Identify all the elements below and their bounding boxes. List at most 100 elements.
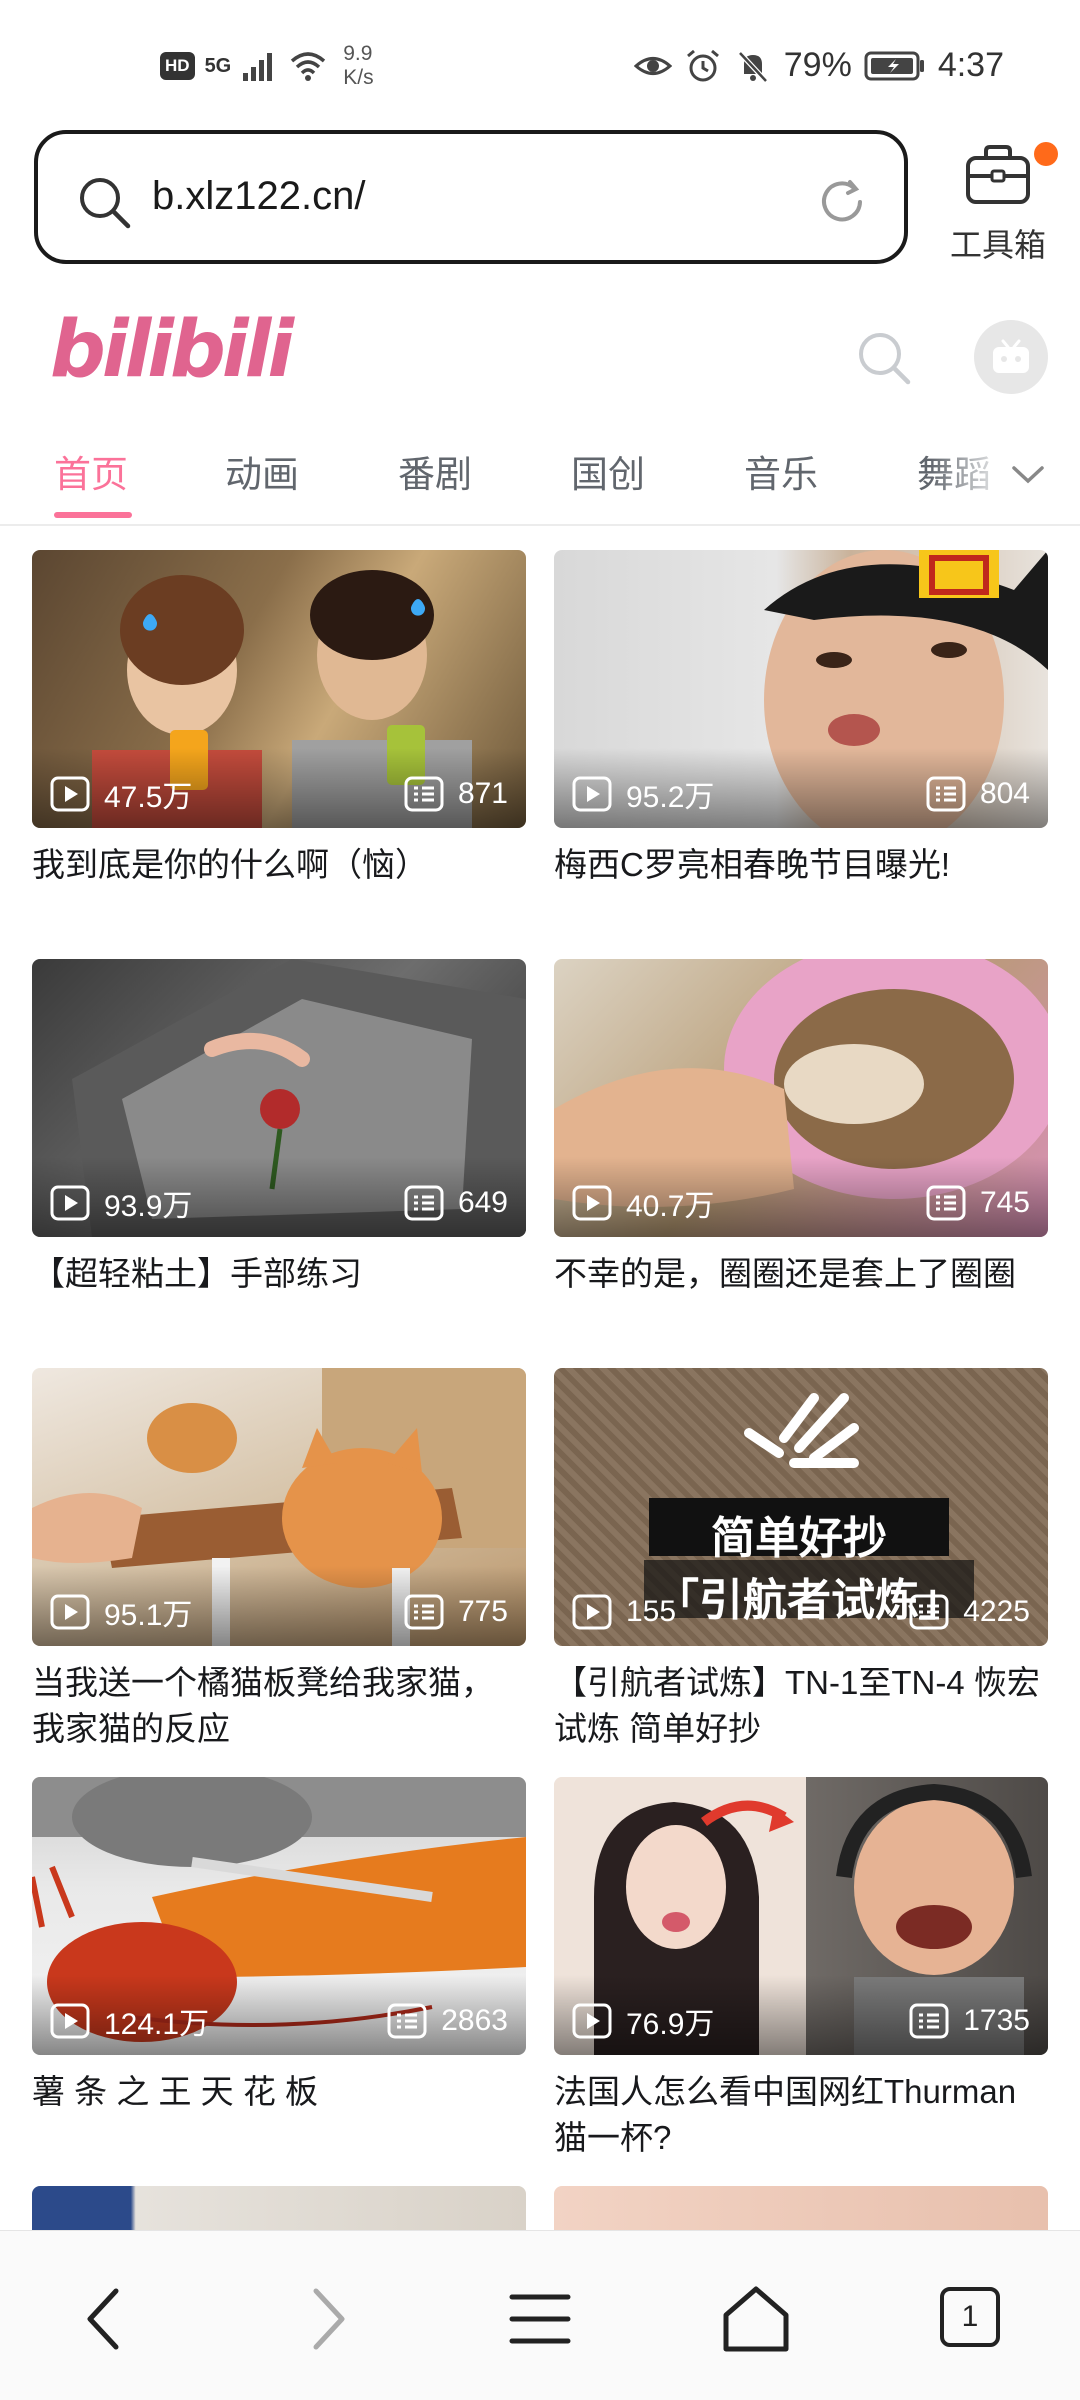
views-text: 76.9万 (626, 2008, 715, 2041)
views-text: 155 (626, 1595, 677, 1628)
video-title[interactable]: 薯 条 之 王 天 花 板 (32, 2069, 526, 2115)
video-title[interactable]: 【引航者试炼】TN-1至TN-4 恢宏试炼 简单好抄 (554, 1660, 1048, 1752)
video-thumbnail[interactable]: 124.1万 2863 (32, 1777, 526, 2055)
video-title[interactable]: 梅西C罗亮相春晚节目曝光! (554, 842, 1048, 888)
video-card[interactable]: 40.7万 745 不幸的是，圈圈还是套上了圈圈 (554, 959, 1048, 1297)
tab-bangumi[interactable]: 番剧 (398, 444, 472, 498)
comments-text: 871 (457, 777, 508, 810)
comments-text: 804 (979, 777, 1030, 810)
overlay-caption-top: 简单好抄 (711, 1514, 887, 1563)
wifi-icon (291, 52, 326, 81)
menu-icon[interactable] (500, 2279, 580, 2359)
video-card[interactable]: 93.9万 649 【超轻粘土】手部练习 (32, 959, 526, 1297)
tab-music[interactable]: 音乐 (744, 444, 818, 498)
tv-mascot-icon (993, 339, 1029, 373)
view-count: 155 (572, 1594, 676, 1630)
hd-badge: HD (160, 52, 195, 80)
notification-dot (1034, 142, 1058, 166)
address-text[interactable]: b.xlz122.cn/ (152, 174, 365, 219)
video-title[interactable]: 【超轻粘土】手部练习 (32, 1251, 526, 1297)
tab-fade (930, 438, 1010, 508)
view-count: 95.1万 (50, 1590, 192, 1634)
video-card[interactable]: 76.9万 1735 法国人怎么看中国网红Thurman猫一杯? (554, 1777, 1048, 2161)
status-left: HD 5G 9.9 K/s (160, 42, 374, 90)
address-bar[interactable]: b.xlz122.cn/ (34, 130, 908, 264)
play-count-icon (50, 1594, 90, 1630)
video-stats: 93.9万 649 (50, 1181, 508, 1225)
play-count-icon (572, 2003, 612, 2039)
video-thumbnail[interactable]: 95.2万 804 (554, 550, 1048, 828)
briefcase-icon (966, 145, 1030, 204)
views-text: 95.2万 (626, 781, 715, 814)
video-stats: 95.2万 804 (572, 772, 1030, 816)
video-stats: 47.5万 871 (50, 772, 508, 816)
tab-animation[interactable]: 动画 (225, 444, 299, 498)
comment-count: 775 (404, 1594, 508, 1630)
reload-icon[interactable] (814, 174, 870, 230)
video-stats: 155 4225 (572, 1590, 1030, 1634)
video-title[interactable]: 当我送一个橘猫板凳给我家猫，我家猫的反应 (32, 1660, 526, 1752)
search-icon (80, 178, 131, 229)
video-thumbnail[interactable]: 93.9万 649 (32, 959, 526, 1237)
video-card[interactable]: 简单好抄 「引航者试炼」 155 4225 【引航者试炼】TN-1至TN-4 恢… (554, 1368, 1048, 1752)
speed-value: 9.9 (343, 42, 373, 65)
clock: 4:37 (937, 46, 1004, 84)
view-count: 76.9万 (572, 1999, 714, 2043)
tabs-divider (0, 524, 1080, 526)
video-stats: 76.9万 1735 (572, 1999, 1030, 2043)
play-count-icon (50, 776, 90, 812)
play-count-icon (572, 1185, 612, 1221)
comments-text: 745 (979, 1186, 1030, 1219)
comment-count: 804 (926, 776, 1030, 812)
video-title[interactable]: 法国人怎么看中国网红Thurman猫一杯? (554, 2069, 1048, 2161)
danmaku-icon (404, 776, 444, 812)
mute-bell-icon (737, 50, 768, 83)
video-thumbnail[interactable]: 76.9万 1735 (554, 1777, 1048, 2055)
views-text: 40.7万 (626, 1190, 715, 1223)
comment-count: 4225 (909, 1594, 1030, 1630)
network-speed: 9.9 K/s (343, 42, 373, 90)
avatar[interactable] (974, 320, 1048, 394)
play-count-icon (572, 776, 612, 812)
video-title[interactable]: 不幸的是，圈圈还是套上了圈圈 (554, 1251, 1048, 1297)
video-thumbnail[interactable]: 47.5万 871 (32, 550, 526, 828)
home-icon[interactable] (716, 2279, 796, 2359)
signal-icon (243, 53, 273, 81)
tabs-count-button[interactable]: 1 (940, 2287, 1000, 2347)
battery-percent: 79% (783, 46, 852, 84)
bilibili-logo[interactable]: bilibili (50, 305, 294, 400)
video-title[interactable]: 我到底是你的什么啊（恼） (32, 842, 526, 888)
toolbox-label: 工具箱 (949, 227, 1046, 263)
chevron-down-icon[interactable] (1008, 454, 1048, 494)
tab-home[interactable]: 首页 (54, 444, 128, 498)
danmaku-icon (404, 1185, 444, 1221)
comments-text: 1735 (963, 2004, 1030, 2037)
view-count: 47.5万 (50, 772, 192, 816)
video-thumbnail[interactable]: 40.7万 745 (554, 959, 1048, 1237)
video-thumbnail[interactable]: 简单好抄 「引航者试炼」 155 4225 (554, 1368, 1048, 1646)
danmaku-icon (404, 1594, 444, 1630)
toolbox-button[interactable]: 工具箱 (934, 142, 1058, 266)
views-text: 124.1万 (104, 2008, 210, 2041)
video-card[interactable]: 95.2万 804 梅西C罗亮相春晚节目曝光! (554, 550, 1048, 888)
comments-text: 775 (457, 1595, 508, 1628)
forward-icon[interactable] (286, 2279, 366, 2359)
video-card-partial[interactable] (554, 2186, 1048, 2230)
video-thumbnail[interactable] (554, 2186, 1048, 2230)
danmaku-icon (926, 776, 966, 812)
site-search-icon[interactable] (854, 328, 914, 388)
comment-count: 1735 (909, 2003, 1030, 2039)
back-icon[interactable] (66, 2279, 146, 2359)
video-thumbnail[interactable]: 95.1万 775 (32, 1368, 526, 1646)
status-bar: HD 5G 9.9 K/s 79% 4:37 (0, 0, 1080, 130)
video-card[interactable]: 47.5万 871 我到底是你的什么啊（恼） (32, 550, 526, 888)
views-text: 47.5万 (104, 781, 193, 814)
video-card[interactable]: 124.1万 2863 薯 条 之 王 天 花 板 (32, 1777, 526, 2115)
browser-bottom-nav: 1 (0, 2230, 1080, 2400)
comments-text: 4225 (963, 1595, 1030, 1628)
tab-guochuang[interactable]: 国创 (571, 444, 645, 498)
video-card[interactable]: 95.1万 775 当我送一个橘猫板凳给我家猫，我家猫的反应 (32, 1368, 526, 1752)
video-card-partial[interactable] (32, 2186, 526, 2230)
video-thumbnail[interactable] (32, 2186, 526, 2230)
eye-icon (633, 56, 672, 75)
